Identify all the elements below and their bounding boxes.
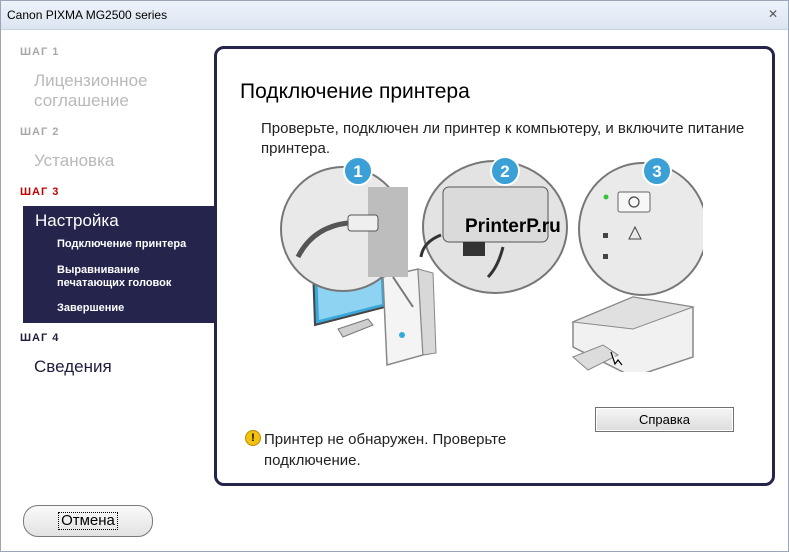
substep-finish: Завершение [57,302,124,315]
step-4-title: Сведения [34,357,112,376]
step-3-label: ШАГ 3 [20,186,60,198]
warning-icon: ! [245,430,261,446]
substep-finish-line: Завершение [57,302,125,314]
instruction-text: Проверьте, подключен ли принтер к компью… [261,120,745,157]
window-title: Canon PIXMA MG2500 series [7,8,168,22]
cancel-button-label: Отмена [58,512,118,530]
warning-text: Принтер не обнаружен. Проверьте подключе… [264,431,507,469]
content-frame: Подключение принтера Проверьте, подключе… [214,46,775,486]
step-2-title: Установка [34,151,115,170]
substep-align-heads-line-2: печатающих головок [57,277,172,289]
substep-connect-printer: Подключение принтера [57,238,186,251]
callout-1: 1 [343,157,373,186]
printer-panel-icon [578,162,703,296]
step-2-label: ШАГ 2 [20,126,60,138]
step-3-title: Настройка [35,211,119,230]
active-step-panel: Настройка Подключение принтера Выравнива… [23,206,216,323]
step-1-title-line-2: соглашение [34,91,129,110]
steps-sidebar: ШАГ 1 Лицензионное соглашение ШАГ 2 Уста… [1,31,216,501]
step-1-title: Лицензионное соглашение [34,71,147,111]
svg-text:1: 1 [353,162,362,181]
installer-window: Canon PIXMA MG2500 series ✕ ШАГ 1 Лиценз… [0,0,789,552]
cancel-button[interactable]: Отмена [23,505,153,537]
title-bar: Canon PIXMA MG2500 series ✕ [1,1,788,30]
close-icon[interactable]: ✕ [764,6,782,22]
step-1-title-line-1: Лицензионное [34,71,148,90]
svg-text:3: 3 [652,162,661,181]
substep-connect-printer-line: Подключение принтера [57,238,187,250]
step-1-label: ШАГ 1 [20,46,60,58]
page-title: Подключение принтера [240,80,470,103]
printer-icon [571,296,695,372]
watermark-text: PrinterP.ru [465,216,561,237]
step-4-label: ШАГ 4 [20,332,60,344]
callout-2: 2 [490,157,520,186]
substep-align-heads-line-1: Выравнивание [57,264,140,276]
printer-connection-illustration: 1 2 3 PrinterP.ru [280,157,703,372]
svg-text:2: 2 [500,162,509,181]
substep-align-heads: Выравнивание печатающих головок [57,264,171,290]
help-button[interactable]: Справка [595,407,734,432]
callout-3: 3 [642,157,672,186]
